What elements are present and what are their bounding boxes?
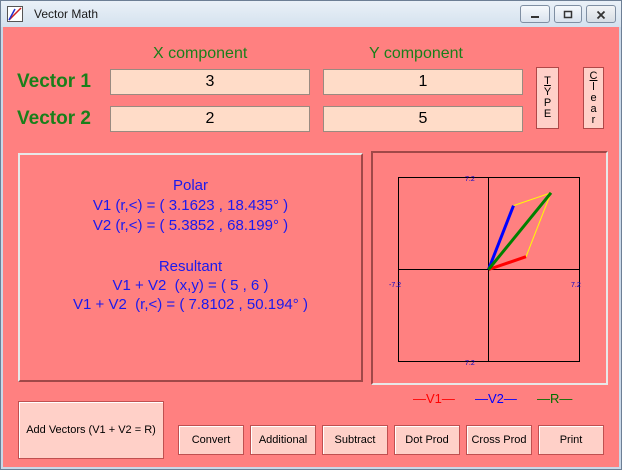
minimize-button[interactable] (520, 5, 550, 23)
legend-r: —R— (537, 391, 573, 406)
polar-title: Polar (172, 177, 209, 194)
title-bar[interactable]: Vector Math (1, 1, 621, 27)
clear-letter: l (592, 80, 595, 93)
app-window: Vector Math X component Y component Vect… (0, 0, 622, 470)
tick-top: 7.2 (465, 176, 475, 183)
window-title: Vector Math (34, 7, 99, 21)
add-vectors-button[interactable]: Add Vectors (V1 + V2 = R) (18, 401, 164, 459)
parallelogram-guide-v1-to-r (525, 192, 552, 257)
subtract-button[interactable]: Subtract (322, 425, 388, 455)
close-icon (596, 10, 606, 20)
type-letter: E (543, 108, 552, 120)
vector2-x-field[interactable]: 2 (110, 106, 310, 132)
vector2-label: Vector 2 (17, 108, 91, 129)
clear-letter: C (589, 69, 598, 82)
vector1-label: Vector 1 (17, 71, 91, 92)
additional-button[interactable]: Additional (250, 425, 316, 455)
clear-letter: r (591, 113, 596, 126)
legend-v2: —V2— (475, 391, 517, 406)
tick-left: -7.2 (389, 282, 401, 289)
tick-right: 7.2 (571, 282, 581, 289)
vector2-line (487, 205, 515, 271)
vector1-y-field[interactable]: 1 (323, 69, 523, 95)
print-button[interactable]: Print (538, 425, 604, 455)
clear-button[interactable]: C l e a r (583, 67, 604, 129)
convert-button[interactable]: Convert (178, 425, 244, 455)
sum-polar-text: V1 + V2 (r,<) = ( 7.8102 , 50.194° ) (73, 296, 308, 313)
graph-panel: 7.2 7.2 -7.2 7.2 (371, 151, 608, 385)
vector1-x-field[interactable]: 3 (110, 69, 310, 95)
x-component-header: X component (153, 45, 248, 62)
restore-icon (563, 10, 573, 19)
maximize-button[interactable] (554, 5, 582, 23)
type-button[interactable]: T Y P E (536, 67, 559, 129)
cross-product-button[interactable]: Cross Prod (466, 425, 532, 455)
dot-product-button[interactable]: Dot Prod (394, 425, 460, 455)
clear-letter: a (590, 102, 597, 115)
clear-letter: e (590, 91, 597, 104)
vector-plot: 7.2 7.2 -7.2 7.2 (389, 176, 581, 367)
resultant-title: Resultant (158, 258, 223, 275)
legend-v1: —V1— (413, 391, 455, 406)
results-panel: Polar V1 (r,<) = ( 3.1623 , 18.435° ) V2… (18, 153, 363, 382)
v2-polar-text: V2 (r,<) = ( 5.3852 , 68.199° ) (92, 217, 289, 234)
y-component-header: Y component (369, 45, 463, 62)
sum-xy-text: V1 + V2 (x,y) = ( 5 , 6 ) (112, 277, 269, 294)
minimize-icon (531, 16, 539, 18)
close-button[interactable] (586, 5, 616, 23)
app-icon (7, 6, 23, 22)
v1-polar-text: V1 (r,<) = ( 3.1623 , 18.435° ) (92, 197, 289, 214)
vector2-y-field[interactable]: 5 (323, 106, 523, 132)
client-area: X component Y component Vector 1 3 1 Vec… (3, 27, 619, 467)
tick-bottom: 7.2 (465, 360, 475, 367)
